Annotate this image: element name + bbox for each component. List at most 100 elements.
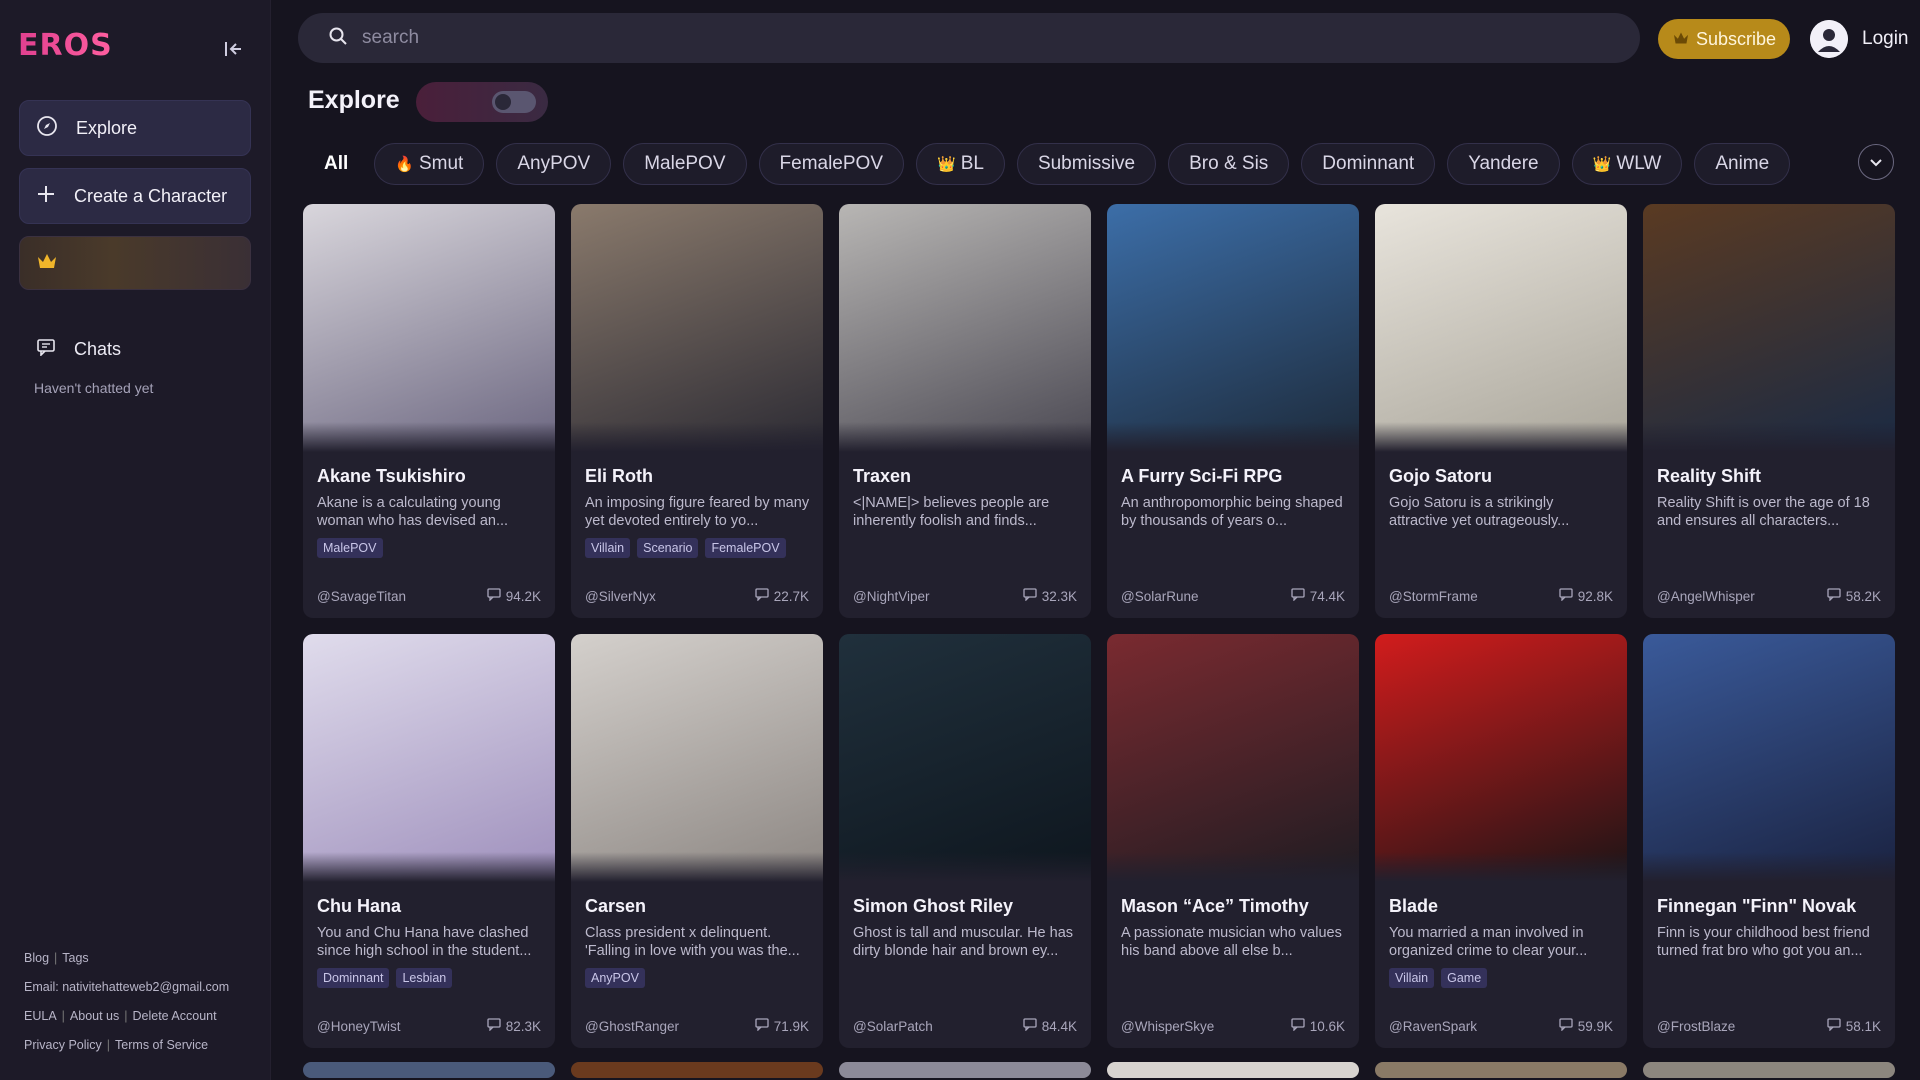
- author-handle[interactable]: @SavageTitan: [317, 589, 406, 604]
- subscribe-button[interactable]: Subscribe: [1658, 19, 1790, 59]
- author-handle[interactable]: @SilverNyx: [585, 589, 656, 604]
- login-button[interactable]: Login: [1810, 19, 1909, 59]
- search-icon: [328, 26, 348, 51]
- character-description: <|NAME|> believes people are inherently …: [853, 495, 1050, 529]
- tag-bro-sis[interactable]: Bro & Sis: [1168, 143, 1290, 185]
- author-handle[interactable]: @HoneyTwist: [317, 1019, 400, 1034]
- tag-smut[interactable]: 🔥 Smut: [374, 143, 485, 185]
- character-name: Mason “Ace” Timothy: [1121, 896, 1309, 916]
- tag-badge[interactable]: Villain: [1389, 968, 1435, 988]
- search-input[interactable]: [362, 27, 1562, 49]
- author-handle[interactable]: @FrostBlaze: [1657, 1019, 1735, 1034]
- tag-dominnant[interactable]: Dominnant: [1301, 143, 1436, 185]
- character-card[interactable]: Akane Tsukishiro Akane is a calculating y…: [303, 204, 555, 618]
- chat-count-value: 82.3K: [505, 1018, 541, 1034]
- tag-badge[interactable]: Dominnant: [317, 968, 390, 988]
- tags-link[interactable]: Tags: [62, 951, 88, 965]
- tag-badge[interactable]: Game: [1441, 968, 1488, 988]
- character-card[interactable]: Eli Roth An imposing figure feared by man…: [571, 204, 823, 618]
- avatar-icon: [1810, 20, 1848, 58]
- tag-anypov[interactable]: AnyPOV: [496, 143, 612, 185]
- app-logo[interactable]: EROS: [18, 28, 113, 63]
- character-description: Class president x delinquent. 'Falling i…: [585, 925, 800, 959]
- chat-count-value: 22.7K: [773, 588, 809, 604]
- tag-anime[interactable]: Anime: [1694, 143, 1791, 185]
- character-card[interactable]: Gojo Satoru Gojo Satoru is a strikingly a…: [1375, 204, 1627, 618]
- tag-badge[interactable]: Scenario: [637, 538, 699, 558]
- tag-malepov[interactable]: MalePOV: [623, 143, 747, 185]
- nsfw-toggle[interactable]: [416, 82, 548, 122]
- character-card[interactable]: [571, 1062, 823, 1078]
- eula-link[interactable]: EULA: [24, 1009, 57, 1023]
- nav-create-character-button[interactable]: Create a Character: [19, 168, 251, 224]
- message-icon: [487, 588, 501, 604]
- tag-badge[interactable]: Villain: [585, 538, 631, 558]
- author-handle[interactable]: @SolarPatch: [853, 1019, 933, 1034]
- character-card[interactable]: Mason “Ace” Timothy A passionate musician…: [1107, 634, 1359, 1048]
- character-description: Reality Shift is over the age of 18 and …: [1657, 495, 1870, 529]
- character-name: Carsen: [585, 896, 647, 916]
- crown-icon: [36, 252, 58, 275]
- author-handle[interactable]: @RavenSpark: [1389, 1019, 1477, 1034]
- character-image: [1643, 634, 1895, 882]
- character-description: An imposing figure feared by many yet de…: [585, 495, 810, 529]
- character-card[interactable]: Chu Hana You and Chu Hana have clashed si…: [303, 634, 555, 1048]
- author-handle[interactable]: @AngelWhisper: [1657, 589, 1755, 604]
- tag-label: BL: [960, 153, 984, 174]
- toggle-track: [492, 91, 536, 113]
- premium-button[interactable]: [19, 236, 251, 290]
- tag-yandere[interactable]: Yandere: [1447, 143, 1560, 185]
- character-card[interactable]: [1375, 1062, 1627, 1078]
- message-icon: [487, 1018, 501, 1034]
- author-handle[interactable]: @WhisperSkye: [1121, 1019, 1214, 1034]
- character-card[interactable]: Simon Ghost Riley Ghost is tall and muscu…: [839, 634, 1091, 1048]
- author-handle[interactable]: @SolarRune: [1121, 589, 1199, 604]
- character-card[interactable]: Carsen Class president x delinquent. 'Fal…: [571, 634, 823, 1048]
- chats-header[interactable]: Chats: [36, 338, 121, 361]
- character-card[interactable]: [1107, 1062, 1359, 1078]
- tag-label: Smut: [418, 153, 464, 174]
- tag-badge[interactable]: Lesbian: [396, 968, 453, 988]
- character-card[interactable]: [303, 1062, 555, 1078]
- tag-label: FemalePOV: [779, 153, 883, 174]
- terms-link[interactable]: Terms of Service: [115, 1038, 208, 1052]
- author-handle[interactable]: @GhostRanger: [585, 1019, 679, 1034]
- about-link[interactable]: About us: [70, 1009, 119, 1023]
- character-card[interactable]: Finnegan "Finn" Novak Finn is your childh…: [1643, 634, 1895, 1048]
- blog-link[interactable]: Blog: [24, 951, 49, 965]
- character-card[interactable]: Reality Shift Reality Shift is over the a…: [1643, 204, 1895, 618]
- tag-badge[interactable]: MalePOV: [317, 538, 383, 558]
- nav-explore-button[interactable]: Explore: [19, 100, 251, 156]
- delete-account-link[interactable]: Delete Account: [133, 1009, 217, 1023]
- character-image: [1375, 204, 1627, 452]
- author-handle[interactable]: @StormFrame: [1389, 589, 1478, 604]
- character-card[interactable]: [1643, 1062, 1895, 1078]
- tag-submissive[interactable]: Submissive: [1016, 143, 1157, 185]
- tag-badge[interactable]: AnyPOV: [585, 968, 645, 988]
- tag-wlw[interactable]: 👑 WLW: [1571, 143, 1683, 185]
- character-card[interactable]: Blade You married a man involved in organ…: [1375, 634, 1627, 1048]
- footer-links: Blog | Tags Email: nativitehatteweb2@gmail…: [24, 951, 230, 1052]
- character-image: [839, 204, 1091, 452]
- character-card[interactable]: A Furry Sci-Fi RPG An anthropomorphic bei…: [1107, 204, 1359, 618]
- collapse-sidebar-icon[interactable]: [220, 36, 246, 62]
- tag-bl[interactable]: 👑 BL: [916, 143, 1005, 185]
- tag-badge[interactable]: FemalePOV: [705, 538, 786, 558]
- message-icon: [1827, 1018, 1841, 1034]
- chat-count: 58.1K: [1827, 1018, 1881, 1034]
- badge-list: Villain Game: [1389, 968, 1488, 988]
- chat-count: 94.2K: [487, 588, 541, 604]
- character-card[interactable]: Traxen <|NAME|> believes people are inher…: [839, 204, 1091, 618]
- tag-emoji-icon: 👑: [937, 156, 956, 173]
- chevron-down-icon[interactable]: [1858, 144, 1894, 180]
- tag-label: Bro & Sis: [1189, 153, 1269, 174]
- character-image: [1643, 204, 1895, 452]
- tag-femalepov[interactable]: FemalePOV: [758, 143, 904, 185]
- privacy-link[interactable]: Privacy Policy: [24, 1038, 102, 1052]
- author-handle[interactable]: @NightViper: [853, 589, 930, 604]
- character-card[interactable]: [839, 1062, 1091, 1078]
- tag-all[interactable]: All: [306, 143, 362, 185]
- character-name: Chu Hana: [317, 896, 402, 916]
- chat-count: 82.3K: [487, 1018, 541, 1034]
- character-description: Akane is a calculating young woman who h…: [317, 495, 509, 529]
